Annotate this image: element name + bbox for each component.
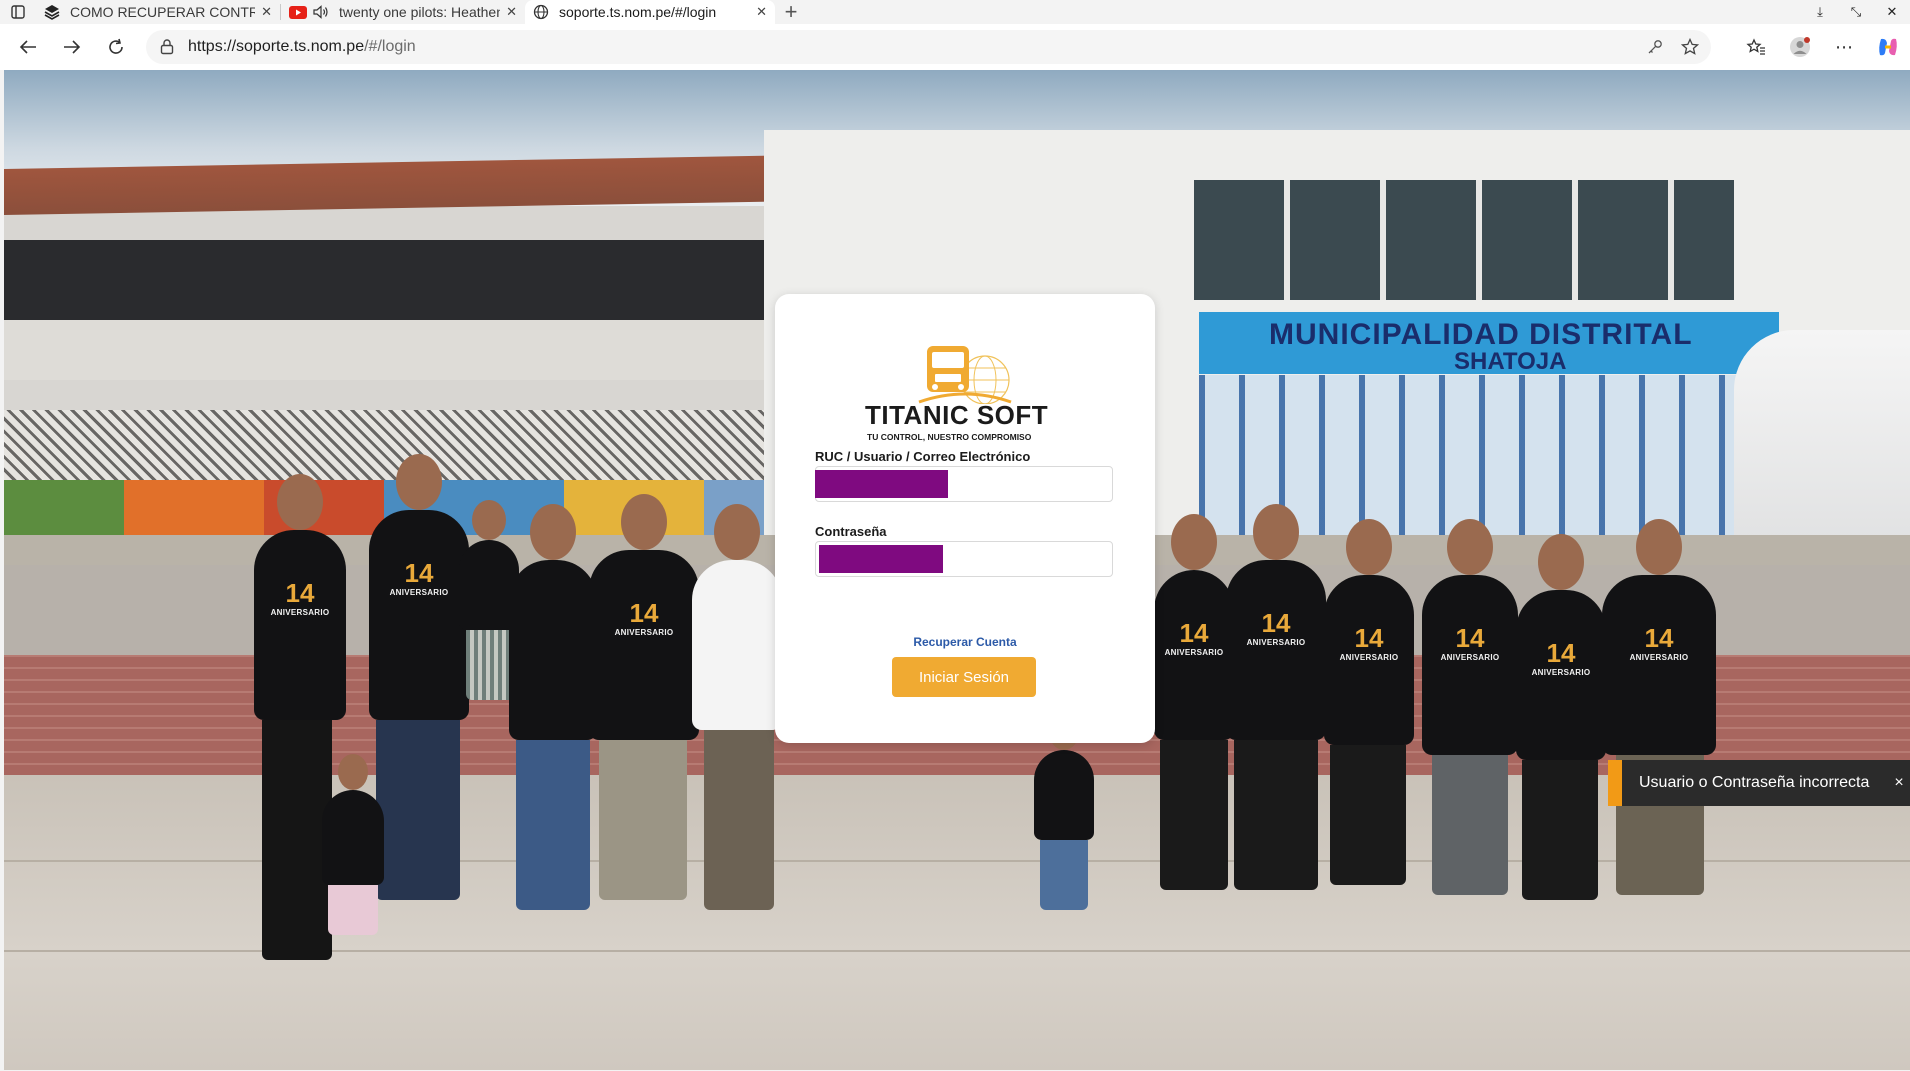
favorites-button[interactable] — [1734, 38, 1778, 56]
close-tab-icon[interactable]: ✕ — [261, 4, 272, 20]
person-legs — [516, 740, 590, 910]
tab-label: twenty one pilots: Heathens — [339, 4, 501, 20]
person-legs — [1432, 755, 1508, 895]
person-legs — [1040, 840, 1088, 910]
profile-button[interactable] — [1778, 36, 1822, 58]
person: 14 ANIVERSARIO — [1602, 519, 1716, 755]
sidebar-toggle-icon — [11, 5, 25, 19]
login-button[interactable]: Iniciar Sesión — [892, 657, 1036, 697]
forward-button[interactable] — [50, 29, 94, 65]
person-legs — [1234, 740, 1318, 890]
copilot-icon — [1879, 38, 1897, 56]
avatar-icon — [1790, 37, 1810, 57]
person: 14 ANIVERSARIO — [254, 474, 346, 720]
speaker-icon[interactable] — [313, 5, 329, 19]
new-tab-button[interactable]: + — [775, 0, 807, 24]
copilot-button[interactable] — [1866, 36, 1910, 58]
tab-strip: COMO RECUPERAR CONTRASEÑA ✕ twenty one p… — [0, 0, 1910, 24]
star-icon[interactable] — [1681, 38, 1699, 56]
url-text: https://soporte.ts.nom.pe/#/login — [188, 38, 416, 56]
recover-account-link[interactable]: Recuperar Cuenta — [775, 635, 1155, 649]
close-toast-icon[interactable]: × — [1884, 774, 1910, 792]
user-field-label: RUC / Usuario / Correo Electrónico — [815, 449, 1031, 464]
sign-line1: MUNICIPALIDAD DISTRITAL — [1269, 318, 1693, 351]
person — [1034, 714, 1094, 840]
page-viewport: MUNICIPALIDAD DISTRITAL SHATOJA 14 ANIVER… — [4, 70, 1910, 1070]
brand-logo: TITANIC SOFT TU CONTROL, NUESTRO COMPROM… — [865, 342, 1065, 442]
redacted-user-value — [815, 470, 948, 498]
person-legs — [376, 720, 460, 900]
tab-label: soporte.ts.nom.pe/#/login — [559, 4, 717, 20]
browser-toolbar: https://soporte.ts.nom.pe/#/login ⋯ — [0, 24, 1910, 70]
arrow-left-icon — [19, 40, 36, 54]
reload-icon — [109, 38, 123, 54]
toast-accent — [1608, 760, 1622, 806]
person — [322, 754, 384, 885]
person: 14 ANIVERSARIO — [1516, 534, 1606, 760]
restore-icon[interactable]: ⤡ — [1838, 4, 1874, 20]
person: 14 ANIVERSARIO — [589, 494, 699, 740]
layers-icon — [44, 5, 60, 20]
reload-button[interactable] — [94, 29, 138, 65]
person: 14 ANIVERSARIO — [1422, 519, 1518, 755]
person: 14 ANIVERSARIO — [1154, 514, 1234, 740]
building-left-window-band — [4, 240, 794, 320]
municipality-windows — [1194, 180, 1734, 300]
person-legs — [599, 740, 687, 900]
key-icon[interactable] — [1647, 39, 1663, 55]
tab-youtube[interactable]: twenty one pilots: Heathens ✕ — [281, 0, 525, 24]
toast-message: Usuario o Contraseña incorrecta — [1639, 774, 1870, 791]
close-tab-icon[interactable]: ✕ — [506, 4, 517, 20]
person: 14 ANIVERSARIO — [1226, 504, 1326, 740]
more-menu-button[interactable]: ⋯ — [1822, 37, 1866, 58]
person — [692, 504, 782, 730]
person — [509, 504, 597, 740]
arrow-right-icon — [64, 40, 81, 54]
tab-actions-button[interactable] — [0, 0, 36, 24]
person-legs — [1522, 760, 1598, 900]
person-legs — [328, 885, 378, 935]
password-field-label: Contraseña — [815, 524, 887, 539]
url-host: https://soporte.ts.nom.pe — [188, 38, 365, 55]
person-legs — [1160, 740, 1228, 890]
login-card: TITANIC SOFT TU CONTROL, NUESTRO COMPROM… — [775, 294, 1155, 743]
favorites-icon — [1746, 38, 1765, 55]
tab-soporte[interactable]: soporte.ts.nom.pe/#/login ✕ — [525, 0, 775, 24]
brand-tagline: TU CONTROL, NUESTRO COMPROMISO — [867, 432, 1032, 442]
error-toast: Usuario o Contraseña incorrecta × — [1608, 760, 1910, 806]
window-controls: ⤓ ⤡ ✕ — [1802, 0, 1910, 24]
building-left-wall — [4, 320, 794, 380]
toolbar-right: ⋯ — [1734, 24, 1910, 70]
download-icon[interactable]: ⤓ — [1802, 4, 1838, 20]
tab-recuperar[interactable]: COMO RECUPERAR CONTRASEÑA ✕ — [36, 0, 280, 24]
redacted-password-value — [819, 545, 943, 573]
sign-line2: SHATOJA — [1454, 348, 1567, 375]
close-window-icon[interactable]: ✕ — [1874, 4, 1910, 20]
site-info-icon[interactable] — [160, 39, 174, 55]
back-button[interactable] — [6, 29, 50, 65]
brand-name: TITANIC SOFT — [865, 400, 1049, 430]
person-legs — [704, 730, 774, 910]
globe-icon — [533, 4, 549, 20]
address-bar[interactable]: https://soporte.ts.nom.pe/#/login — [146, 30, 1711, 64]
person: 14 ANIVERSARIO — [369, 454, 469, 720]
close-tab-icon[interactable]: ✕ — [756, 4, 767, 20]
person: 14 ANIVERSARIO — [1324, 519, 1414, 745]
truck-globe-icon — [918, 346, 1012, 404]
tab-label: COMO RECUPERAR CONTRASEÑA — [70, 4, 256, 20]
person-legs — [1330, 745, 1406, 885]
url-path: /#/login — [364, 38, 416, 55]
youtube-icon — [289, 5, 307, 19]
